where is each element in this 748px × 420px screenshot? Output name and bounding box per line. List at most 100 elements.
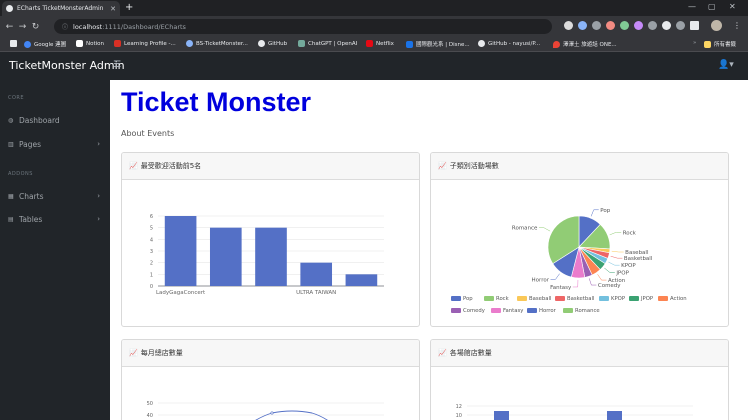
bar <box>164 216 197 286</box>
pie-label: Basketball <box>624 256 653 262</box>
pie-label-line <box>588 278 597 286</box>
y-tick-label: 10 <box>456 413 462 419</box>
legend-swatch <box>658 296 668 301</box>
card-header: 📈 最受歡迎活動前5名 <box>122 153 419 180</box>
card-title: 每月總店數量 <box>140 349 183 357</box>
legend-label: KPOP <box>611 296 626 302</box>
sidebar-item-charts[interactable]: ▦ Charts › <box>0 188 110 204</box>
legend-label: Horror <box>539 308 557 314</box>
reload-icon[interactable]: ↻ <box>29 22 42 32</box>
all-bookmarks[interactable]: 所有書籤 <box>704 40 736 48</box>
card-top5-events: 📈 最受歡迎活動前5名 0 1 2 3 4 5 6 LadyGagaConcert ULTRA … <box>121 152 420 327</box>
pie-label-line <box>597 274 607 281</box>
bookmark-item[interactable]: 國際觀光系 | Disne... <box>406 40 470 48</box>
chevron-right-icon: › <box>97 140 100 148</box>
legend-swatch <box>555 296 565 301</box>
sidebar-heading-core: CORE <box>8 95 25 101</box>
pie-label: Comedy <box>598 283 621 289</box>
bookmark-item[interactable]: BS-TicketMonster... <box>186 40 248 47</box>
browser-tab[interactable]: ECharts TicketMonsterAdmin ✕ <box>2 1 120 16</box>
extension-icon[interactable] <box>648 21 657 30</box>
extension-icon[interactable] <box>606 21 615 30</box>
y-tick-label: 3 <box>150 249 153 255</box>
url-path: :1111/Dashboard/ECharts <box>102 22 186 31</box>
map-pin-icon <box>553 40 560 48</box>
extensions-puzzle-icon[interactable] <box>662 21 671 30</box>
pie-label-line <box>572 279 579 288</box>
menu-icon[interactable] <box>676 21 685 30</box>
profile-avatar[interactable] <box>711 20 722 31</box>
legend-label: Action <box>670 296 687 302</box>
bookmark-item[interactable]: GitHub - nayusi/P... <box>478 40 540 47</box>
bookmark-item[interactable]: GitHub <box>258 40 287 47</box>
new-tab-icon[interactable]: + <box>125 2 133 13</box>
sidebar-heading-addons: ADDONS <box>8 171 33 177</box>
legend-swatch <box>527 308 537 313</box>
legend-label: Comedy <box>463 308 485 314</box>
bookmarks-overflow-icon[interactable]: » <box>693 40 696 46</box>
extension-icon[interactable] <box>564 21 573 30</box>
card-title: 最受歡迎活動前5名 <box>140 162 202 170</box>
legend-swatch <box>517 296 527 301</box>
user-menu-icon[interactable]: 👤▾ <box>718 60 734 70</box>
disney-icon <box>406 40 413 48</box>
extension-icon[interactable] <box>578 21 587 30</box>
bookmark-apps[interactable] <box>10 40 20 47</box>
sidepanel-icon[interactable] <box>690 21 699 30</box>
close-window-icon[interactable]: ✕ <box>729 2 736 11</box>
legend-label: Basketball <box>567 296 594 302</box>
forward-icon[interactable]: → <box>16 22 29 32</box>
minimize-icon[interactable]: — <box>688 2 696 11</box>
sidebar-toggle-icon[interactable]: ☰ <box>113 60 121 70</box>
bookmark-item[interactable]: Google 連圖 <box>24 40 66 48</box>
chart-area-icon: 📈 <box>129 162 138 170</box>
page-icon <box>186 40 193 47</box>
chart-area-icon: 📈 <box>438 162 447 170</box>
tab-close-icon[interactable]: ✕ <box>110 5 116 13</box>
series-point <box>270 411 274 415</box>
card-header: 📈 每月總店數量 <box>122 340 419 367</box>
legend-label: Baseball <box>529 296 551 302</box>
extension-icon[interactable] <box>634 21 643 30</box>
dashboard-icon: ◍ <box>8 116 14 124</box>
kebab-menu-icon[interactable]: ⋮ <box>733 21 741 30</box>
extension-icon[interactable] <box>592 21 601 30</box>
sidebar-item-dashboard[interactable]: ◍ Dashboard <box>0 112 110 128</box>
back-icon[interactable]: ← <box>3 22 16 32</box>
google-icon <box>24 40 31 48</box>
sidebar-item-tables[interactable]: ▤ Tables › <box>0 211 110 227</box>
bar <box>209 227 242 286</box>
columns-icon: ▥ <box>8 140 14 148</box>
pie-label-line <box>608 261 620 266</box>
chevron-right-icon: › <box>97 192 100 200</box>
sidebar: CORE ◍ Dashboard ▥ Pages › ADDONS ▦ Char… <box>0 80 110 420</box>
y-tick-label: 5 <box>150 226 153 232</box>
maximize-icon[interactable]: ▢ <box>708 2 716 11</box>
legend-label: Rock <box>496 296 510 302</box>
legend-swatch <box>629 296 639 301</box>
bookmark-item[interactable]: Notion <box>76 40 104 47</box>
bar <box>607 411 622 420</box>
card-venue-orders: 📈 各場館店數量 12 10 <box>430 339 729 420</box>
bookmark-item[interactable]: Learning Profile -... <box>114 40 176 47</box>
x-tick-label: LadyGagaConcert <box>156 290 206 296</box>
bookmark-item[interactable]: ChatGPT | OpenAI <box>298 40 357 47</box>
address-bar[interactable]: ⓘ localhost :1111/Dashboard/ECharts <box>54 19 552 34</box>
extension-icon[interactable] <box>620 21 629 30</box>
bookmark-item[interactable]: Netflix <box>366 40 394 47</box>
legend-swatch <box>484 296 494 301</box>
tab-title: ECharts TicketMonsterAdmin <box>17 5 104 12</box>
sidebar-item-pages[interactable]: ▥ Pages › <box>0 136 110 152</box>
y-tick-label: 1 <box>150 272 153 278</box>
bookmark-item[interactable]: 澤澤土 旅遊話 ONE... <box>553 40 617 48</box>
browser-toolbar: ← → ↻ ⓘ localhost :1111/Dashboard/EChart… <box>0 16 748 37</box>
folder-icon <box>704 40 711 48</box>
tab-favicon-icon <box>6 5 13 12</box>
brand-title[interactable]: TicketMonster Admin <box>9 59 125 72</box>
github-icon <box>478 40 485 47</box>
info-icon[interactable]: ⓘ <box>62 22 68 31</box>
pie-label: JPOP <box>615 270 629 276</box>
card-monthly-orders: 📈 每月總店數量 50 40 <box>121 339 420 420</box>
table-icon: ▤ <box>8 215 14 223</box>
page-title: Ticket Monster <box>121 87 312 117</box>
